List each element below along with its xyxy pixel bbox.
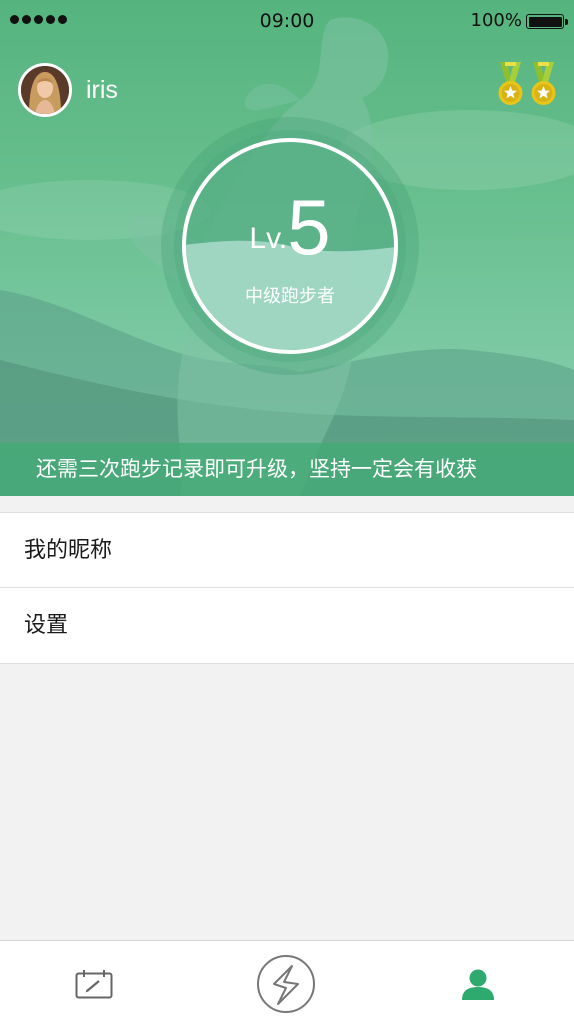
level-number: 5: [287, 183, 331, 271]
upgrade-hint: 还需三次跑步记录即可升级，坚持一定会有收获: [0, 443, 574, 496]
level-prefix: Lv.: [249, 222, 288, 256]
menu-item-nickname[interactable]: 我的昵称: [0, 512, 574, 588]
run-logo-icon: [257, 955, 315, 1013]
tab-me[interactable]: [428, 941, 528, 1026]
battery-icon: [526, 14, 568, 29]
settings-menu: 我的昵称 设置: [0, 512, 574, 664]
calendar-pen-icon: [75, 970, 113, 999]
status-bar: 09:00 100%: [0, 0, 574, 42]
avatar[interactable]: [18, 63, 72, 117]
medal-icon[interactable]: [529, 62, 558, 108]
person-icon: [462, 969, 494, 1000]
level-display: Lv. 5 中级跑步者: [160, 116, 420, 376]
profile-header: 09:00 100% iris Lv. 5 中级跑步者 还需三次跑步记录即可升级…: [0, 0, 574, 496]
tab-records[interactable]: [44, 941, 144, 1026]
rank-title: 中级跑步者: [245, 286, 335, 307]
menu-item-settings[interactable]: 设置: [0, 588, 574, 664]
medal-icon[interactable]: [496, 62, 525, 108]
tab-bar: [0, 940, 574, 1026]
battery-percent: 100%: [470, 10, 522, 31]
medals[interactable]: [496, 62, 558, 108]
tab-run[interactable]: [236, 941, 336, 1026]
username[interactable]: iris: [86, 76, 118, 105]
